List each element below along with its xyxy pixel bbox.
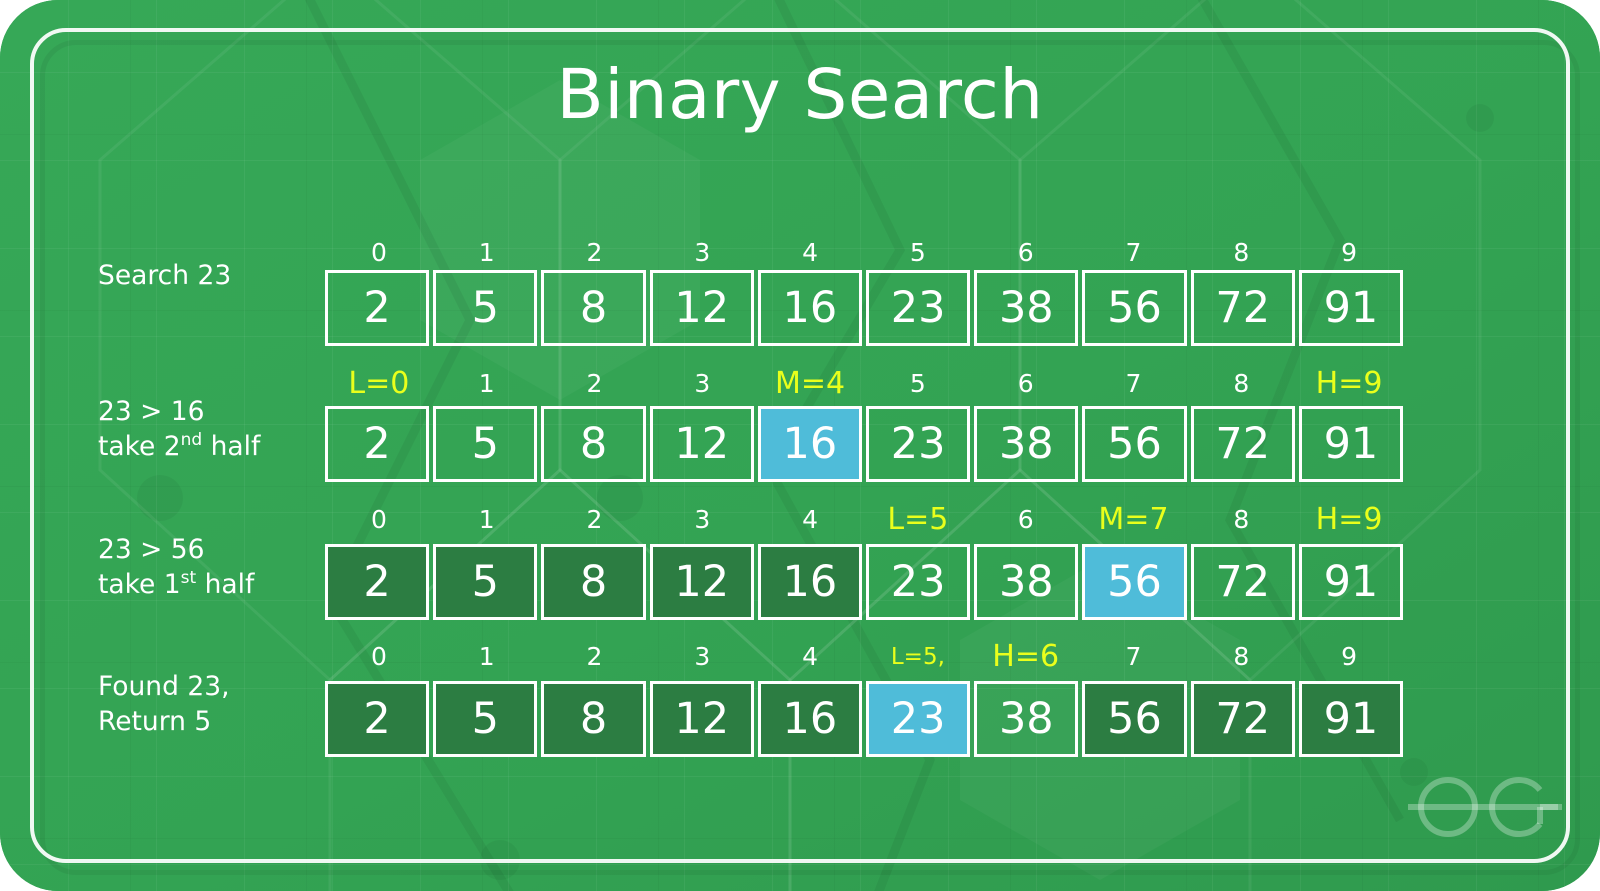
- array-cell: 91: [1298, 544, 1404, 620]
- index-label-2: 2: [586, 505, 603, 534]
- array-cell: 8: [541, 270, 646, 346]
- array-cell: 72: [1190, 544, 1295, 620]
- array-cell: 12: [649, 270, 754, 346]
- index-strip-step-1: L=0 1 2 3 M=4 5 6 7 8 H=9: [325, 367, 1403, 401]
- array-cell: 91: [1298, 406, 1404, 482]
- index-label-1: 1: [478, 369, 495, 398]
- array-cell: 38: [974, 681, 1079, 757]
- array-cell-excluded: 16: [757, 681, 863, 757]
- array-cell: 23: [866, 270, 971, 346]
- array-row-found: 2 5 8 12 16 23 38 56 72 91: [325, 681, 1404, 757]
- array-cell-excluded: 5: [433, 544, 538, 620]
- index-marker-5: L=5: [887, 502, 949, 537]
- page-title: Binary Search: [556, 55, 1044, 135]
- array-cell-excluded: 12: [649, 544, 754, 620]
- index-label-8: 8: [1233, 642, 1250, 671]
- index-label-8: 8: [1233, 505, 1250, 534]
- array-cell-excluded: 72: [1190, 681, 1295, 757]
- array-cell: 23: [866, 544, 971, 620]
- array-cell-highlighted: 56: [1082, 544, 1187, 620]
- index-label-4: 4: [802, 238, 819, 267]
- index-label-2: 2: [586, 369, 603, 398]
- index-label-6: 6: [1017, 369, 1034, 398]
- index-label-1: 1: [478, 505, 495, 534]
- array-cell: 5: [433, 270, 538, 346]
- screenshot-canvas: Binary Search Search 23 0123456789 2 5 8 12…: [0, 0, 1600, 891]
- index-label-9: 9: [1341, 642, 1358, 671]
- index-label-6: 6: [1017, 505, 1034, 534]
- array-cell: 23: [866, 406, 971, 482]
- array-cell-excluded: 16: [757, 544, 863, 620]
- index-label-8: 8: [1233, 238, 1250, 267]
- index-marker-0: L=0: [348, 366, 410, 401]
- index-label-3: 3: [694, 505, 711, 534]
- index-marker-6: H=6: [992, 639, 1060, 674]
- array-cell-excluded: 56: [1082, 681, 1187, 757]
- index-label-2: 2: [586, 642, 603, 671]
- array-cell: 2: [325, 406, 430, 482]
- index-label-4: 4: [802, 505, 819, 534]
- array-cell: 38: [974, 406, 1079, 482]
- index-marker-5: L=5, M=5: [890, 644, 945, 704]
- index-strip-found: 0 1 2 3 4 L=5, M=5 H=6 7 8 9: [325, 639, 1403, 705]
- array-cell-highlighted: 16: [757, 406, 863, 482]
- array-cell: 38: [974, 270, 1079, 346]
- array-cell: 56: [1082, 406, 1187, 482]
- index-label-6: 6: [1017, 238, 1034, 267]
- array-cell-excluded: 12: [649, 681, 754, 757]
- array-cell: 5: [433, 406, 538, 482]
- array-cell-excluded: 5: [433, 681, 538, 757]
- index-label-0: 0: [370, 238, 387, 267]
- index-strip-step-2: 0 1 2 3 4 L=5 6 M=7 8 H=9: [325, 503, 1403, 537]
- index-label-9: 9: [1341, 238, 1358, 267]
- array-cell: 72: [1190, 270, 1295, 346]
- array-cell: 91: [1298, 270, 1404, 346]
- index-label-8: 8: [1233, 369, 1250, 398]
- array-cell-excluded: 91: [1298, 681, 1404, 757]
- array-cell-excluded: 2: [325, 544, 430, 620]
- array-cell: 2: [325, 270, 430, 346]
- index-label-4: 4: [802, 642, 819, 671]
- row-label-initial: Search 23: [98, 260, 232, 291]
- row-label-step-1: 23 > 16 take 2nd half: [98, 396, 261, 462]
- array-row-step-1: 2 5 8 12 16 23 38 56 72 91: [325, 406, 1404, 482]
- array-row-initial: 2 5 8 12 16 23 38 56 72 91: [325, 270, 1404, 346]
- index-label-5: 5: [909, 369, 926, 398]
- row-label-step-2: 23 > 56 take 1st half: [98, 534, 255, 600]
- geeksforgeeks-logo: [1408, 777, 1562, 837]
- index-label-1: 1: [478, 642, 495, 671]
- slide-card: Binary Search Search 23 0123456789 2 5 8 12…: [0, 0, 1600, 891]
- array-cell: 56: [1082, 270, 1187, 346]
- array-cell: 16: [757, 270, 863, 346]
- array-cell: 12: [649, 406, 754, 482]
- array-row-step-2: 2 5 8 12 16 23 38 56 72 91: [325, 544, 1404, 620]
- index-label-7: 7: [1125, 238, 1142, 267]
- array-cell-excluded: 8: [541, 681, 646, 757]
- array-cell-excluded: 2: [325, 681, 430, 757]
- index-marker-9: H=9: [1315, 366, 1383, 401]
- index-label-5: 5: [909, 238, 926, 267]
- index-label-2: 2: [586, 238, 603, 267]
- index-label-0: 0: [370, 642, 387, 671]
- index-label-0: 0: [370, 505, 387, 534]
- array-cell: 72: [1190, 406, 1295, 482]
- array-cell: 38: [974, 544, 1079, 620]
- index-marker-7: M=7: [1098, 502, 1169, 537]
- array-cell-excluded: 8: [541, 544, 646, 620]
- row-label-found: Found 23, Return 5: [98, 671, 230, 737]
- index-marker-9: H=9: [1315, 502, 1383, 537]
- index-label-3: 3: [694, 369, 711, 398]
- index-label-7: 7: [1125, 369, 1142, 398]
- index-label-3: 3: [694, 642, 711, 671]
- index-label-3: 3: [694, 238, 711, 267]
- index-label-1: 1: [478, 238, 495, 267]
- index-label-7: 7: [1125, 642, 1142, 671]
- array-cell-highlighted: 23: [866, 681, 971, 757]
- index-strip-initial: 0 1 2 3 4 5 6 7 8 9: [325, 236, 1403, 270]
- array-cell: 8: [541, 406, 646, 482]
- index-marker-4: M=4: [775, 366, 846, 401]
